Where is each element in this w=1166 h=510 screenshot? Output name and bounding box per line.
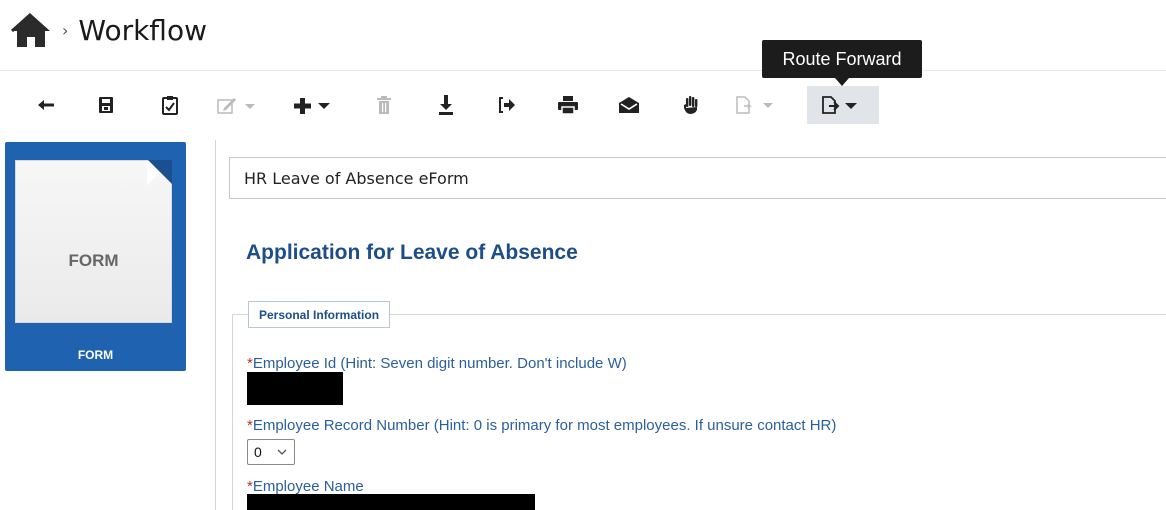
form-heading: Application for Leave of Absence xyxy=(246,241,578,264)
thumbnail-page: FORM xyxy=(15,160,172,323)
arrow-left-icon xyxy=(37,98,55,112)
stop-button[interactable] xyxy=(678,86,704,124)
page-corner xyxy=(148,160,172,184)
chevron-down-icon xyxy=(276,445,288,461)
trash-icon xyxy=(377,96,391,114)
employee-record-label: *Employee Record Number (Hint: 0 is prim… xyxy=(247,417,836,434)
page-title: Workflow xyxy=(78,13,207,47)
route-forward-dropdown-button[interactable] xyxy=(807,86,879,124)
route-back-dropdown-button[interactable] xyxy=(734,86,780,124)
breadcrumb: › Workflow xyxy=(10,8,207,52)
thumbnail-page-text: FORM xyxy=(68,251,119,270)
thumbnail-caption: FORM xyxy=(77,348,114,362)
form-thumbnail[interactable]: FORM FORM xyxy=(5,142,186,371)
sidebar-divider xyxy=(215,140,216,510)
employee-name-input[interactable] xyxy=(247,494,535,510)
employee-id-label-text: Employee Id (Hint: Seven digit number. D… xyxy=(252,355,627,372)
hand-icon xyxy=(683,96,699,114)
email-button[interactable] xyxy=(614,86,644,124)
download-icon xyxy=(439,95,453,115)
employee-record-value: 0 xyxy=(254,444,262,460)
edit-dropdown-button[interactable] xyxy=(216,86,262,124)
employee-id-label: *Employee Id (Hint: Seven digit number. … xyxy=(247,355,627,372)
employee-name-label-text: Employee Name xyxy=(252,478,364,495)
save-icon xyxy=(99,97,113,113)
employee-record-select[interactable]: 0 xyxy=(247,439,295,465)
employee-id-input[interactable] xyxy=(247,372,343,405)
document-title-field[interactable]: HR Leave of Absence eForm xyxy=(229,157,1166,199)
section-legend: Personal Information xyxy=(248,301,391,328)
home-icon[interactable] xyxy=(10,9,52,51)
breadcrumb-separator: › xyxy=(62,20,69,40)
clipboard-check-icon xyxy=(162,95,178,115)
add-dropdown-button[interactable] xyxy=(292,86,338,124)
download-button[interactable] xyxy=(434,86,458,124)
envelope-open-icon xyxy=(619,97,639,113)
edit-icon xyxy=(217,96,261,114)
print-button[interactable] xyxy=(554,86,582,124)
delete-button[interactable] xyxy=(372,86,396,124)
toolbar xyxy=(30,86,890,124)
fieldset-border-left xyxy=(232,314,233,510)
tooltip-arrow xyxy=(835,78,849,86)
toolbar-divider xyxy=(0,70,1166,71)
route-forward-tooltip: Route Forward xyxy=(762,40,922,78)
employee-record-label-text: Employee Record Number (Hint: 0 is prima… xyxy=(252,417,837,434)
validate-button[interactable] xyxy=(156,86,184,124)
save-button[interactable] xyxy=(92,86,120,124)
exit-button[interactable] xyxy=(494,86,520,124)
plus-icon xyxy=(293,96,337,114)
employee-name-label: *Employee Name xyxy=(247,478,364,495)
back-button[interactable] xyxy=(30,86,62,124)
route-icon xyxy=(735,96,779,114)
sign-out-icon xyxy=(498,96,516,114)
route-icon xyxy=(819,96,867,114)
print-icon xyxy=(558,96,578,114)
